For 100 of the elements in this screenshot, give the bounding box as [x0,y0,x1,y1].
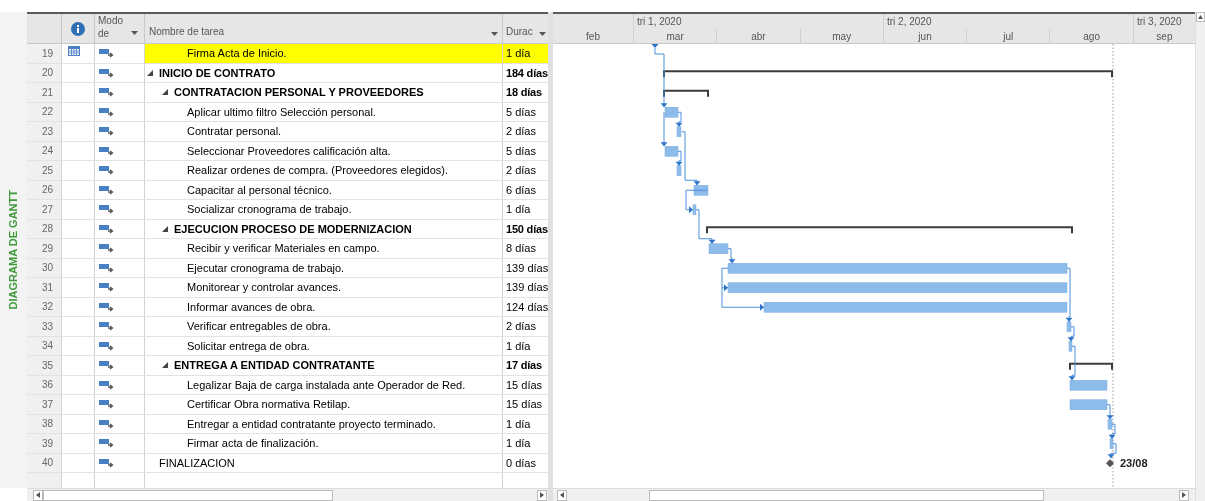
task-name: Socializar cronograma de trabajo. [187,202,352,217]
duration-cell-text: 2 días [506,163,536,178]
task-bar [692,204,697,215]
task-name: Verificar entregables de obra. [187,319,331,334]
auto-schedule-icon [99,243,114,254]
task-name: Certificar Obra normativa Retilap. [187,397,351,412]
task-row[interactable]: 39 Firmar acta de finalización. 1 día [27,434,548,454]
task-bar [1069,399,1108,410]
auto-schedule-icon [99,321,114,332]
task-row[interactable]: 24 Seleccionar Proveedores calificación alta. 5 días [27,141,548,161]
auto-schedule-icon [99,48,114,59]
task-row[interactable]: 29 Recibir y verificar Materiales en campo. 8 días [27,239,548,259]
dropdown-caret-icon [539,32,546,36]
auto-schedule-icon [99,223,114,234]
view-label: DIAGRAMA DE GANTT [6,190,21,310]
task-row[interactable]: 27 Socializar cronograma de trabajo. 1 día [27,200,548,220]
task-row[interactable]: 32 Informar avances de obra. 124 días [27,297,548,317]
task-row[interactable]: 31 Monitorear y controlar avances. 139 días [27,278,548,298]
row-number: 37 [27,395,62,414]
collapse-triangle-icon[interactable] [162,361,170,370]
task-bar [1066,321,1072,332]
column-header[interactable]: Durac [503,14,548,43]
row-number: 33 [27,317,62,336]
right-arrow-icon [1182,492,1186,498]
task-row[interactable]: 26 Capacitar al personal técnico. 6 días [27,180,548,200]
auto-schedule-icon [99,204,114,215]
task-row[interactable]: 38 Entregar a entidad contratante proyecto terminado. 1 día [27,414,548,434]
task-row[interactable]: 21 CONTRATACION PERSONAL Y PROVEEDORES 18 días [27,83,548,103]
duration-cell-text: 124 días [506,299,548,315]
scrollbar-thumb[interactable] [43,489,333,501]
duration-cell-text: 1 día [506,416,531,432]
summary-bar [1069,362,1113,371]
task-row[interactable]: 25 Realizar ordenes de compra. (Proveedores elegidos). 2 días [27,161,548,181]
timescale-label: abr [751,30,766,44]
right-arrow-icon [540,492,544,498]
task-name: Monitorear y controlar avances. [187,280,342,295]
task-name: Recibir y verificar Materiales en campo. [187,241,380,256]
task-row[interactable]: 22 Aplicar ultimo filtro Selección personal. 5 días [27,102,548,122]
task-row[interactable]: 40 FINALIZACION 0 días [27,453,548,473]
task-bar [693,185,709,196]
duration-cell-text: 8 días [506,241,536,256]
summary-bar [663,89,709,98]
auto-schedule-icon [99,457,114,468]
dependency-arrow [1068,345,1076,381]
row-number: 31 [27,278,62,297]
auto-schedule-icon [99,379,114,390]
dependency-arrow [727,248,736,264]
up-arrow-icon [1198,15,1203,19]
task-name: Firmar acta de finalización. [187,436,319,451]
duration-cell-text: 6 días [506,182,536,198]
auto-schedule-icon [99,87,114,98]
milestone-diamond [1106,459,1114,468]
left-arrow-icon [560,492,564,498]
collapse-triangle-icon[interactable] [162,224,170,233]
duration-cell-text: 0 días [506,455,536,471]
scroll-right-button[interactable] [1179,489,1189,501]
column-header[interactable]: Nombre de tarea [145,14,503,43]
row-number: 21 [27,83,62,102]
collapse-triangle-icon[interactable] [162,88,170,97]
task-name: Seleccionar Proveedores calificación alta. [187,143,391,159]
scrollbar-thumb[interactable] [649,489,1044,501]
task-row[interactable]: 36 Legalizar Baja de carga instalada ante Operador de Red. 15 días [27,375,548,395]
scroll-up-button[interactable] [1196,12,1205,22]
task-bar [1069,380,1108,391]
dependency-arrow [1106,404,1114,420]
task-row[interactable]: 33 Verificar entregables de obra. 2 días [27,317,548,337]
task-name: Firma Acta de Inicio. [187,46,287,61]
task-row[interactable]: 34 Solicitar entrega de obra. 1 día [27,336,548,356]
task-name: Ejecutar cronograma de trabajo. [187,260,345,276]
task-row[interactable]: 30 Ejecutar cronograma de trabajo. 139 días [27,258,548,278]
task-row[interactable]: 28 EJECUCION PROCESO DE MODERNIZACION 150 días [27,219,548,239]
task-name: Entregar a entidad contratante proyecto terminado. [187,416,436,432]
dependency-arrow [1108,423,1116,440]
row-number: 27 [27,200,62,219]
task-bar [1107,419,1113,430]
timescale-label: sep [1156,30,1173,44]
task-row[interactable]: 23 Contratar personal. 2 días [27,122,548,142]
task-name: FINALIZACION [159,455,235,471]
auto-schedule-icon [99,438,114,449]
task-row[interactable]: 37 Certificar Obra normativa Retilap. 15 días [27,395,548,415]
auto-schedule-icon [99,340,114,351]
duration-cell-text: 184 días [506,65,548,81]
scroll-right-button[interactable] [537,489,547,501]
left-arrow-icon [36,492,40,498]
column-header[interactable]: Modo de [95,14,145,43]
task-name: Aplicar ultimo filtro Selección personal. [187,104,376,120]
scroll-left-button[interactable] [557,489,567,501]
dropdown-caret-icon [131,31,138,35]
task-bar [676,165,682,176]
task-row[interactable]: 20 INICIO DE CONTRATO 184 días [27,63,548,83]
task-bar [664,107,679,118]
scroll-left-button[interactable] [33,489,43,501]
task-row[interactable]: 35 ENTREGA A ENTIDAD CONTRATANTE 17 días [27,356,548,376]
duration-cell-text: 5 días [506,104,536,120]
auto-schedule-icon [99,106,114,117]
duration-cell-text: 1 día [506,202,531,217]
row-number: 39 [27,434,62,453]
collapse-triangle-icon[interactable] [147,68,155,77]
timescale-label: may [832,30,852,44]
timescale-label: feb [586,30,600,44]
